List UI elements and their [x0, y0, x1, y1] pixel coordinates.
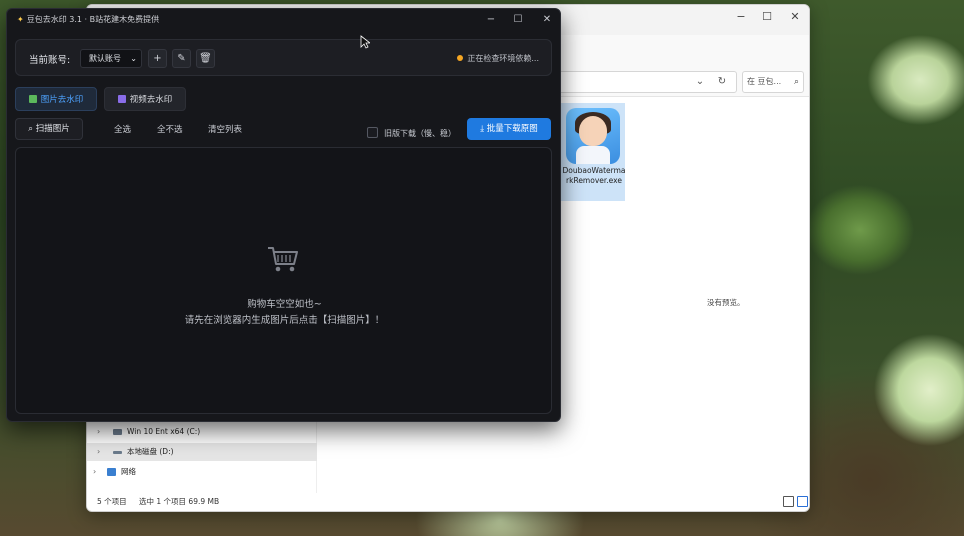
nav-item-drive-c[interactable]: › Win 10 Ent x64 (C:)	[87, 423, 317, 441]
shopping-cart-icon	[268, 247, 298, 272]
file-item-exe[interactable]: DoubaoWatermarkRemover.exe	[561, 103, 626, 201]
address-dropdown-icon[interactable]: ⌄	[691, 73, 709, 91]
nav-item-drive-d[interactable]: › 本地磁盘 (D:)	[87, 443, 317, 461]
explorer-maximize-button[interactable]: ☐	[753, 8, 781, 26]
tab-label: 图片去水印	[40, 95, 84, 105]
drive-icon	[113, 429, 122, 435]
item-count: 5 个项目	[97, 497, 127, 506]
scan-images-button[interactable]: ⌕ 扫描图片	[15, 118, 83, 140]
status-dot-icon	[457, 55, 464, 61]
search-icon: ⌕	[28, 124, 36, 134]
old-download-checkbox[interactable]	[367, 127, 378, 138]
file-name: DoubaoWatermarkRemover.exe	[562, 166, 626, 185]
edit-account-button[interactable]: ✎	[172, 49, 191, 68]
nav-item-network[interactable]: › 网络	[87, 463, 317, 481]
close-button[interactable]: ✕	[535, 12, 559, 28]
select-none-button[interactable]: 全不选	[157, 123, 183, 135]
account-select[interactable]: 默认账号 ⌄	[80, 49, 142, 68]
mouse-cursor-icon	[360, 35, 370, 49]
empty-state-hint: 请先在浏览器内生成图片后点击【扫描图片】！	[184, 315, 385, 326]
refresh-icon[interactable]: ↻	[713, 73, 731, 91]
select-all-button[interactable]: 全选	[114, 123, 131, 135]
add-account-button[interactable]: +	[148, 49, 167, 68]
delete-account-button[interactable]: 🗑	[196, 49, 215, 68]
sparkle-icon: ✦	[17, 15, 24, 24]
preview-pane-text: 没有预览。	[707, 298, 745, 307]
minimize-button[interactable]: −	[479, 12, 503, 28]
account-label: 当前账号:	[29, 55, 71, 66]
old-download-option[interactable]: 旧版下载（慢、稳）	[367, 127, 456, 139]
app-avatar-icon	[566, 108, 620, 164]
scan-images-label: 扫描图片	[35, 124, 70, 134]
search-placeholder: 在 豆包...	[747, 77, 782, 86]
watermark-remover-window: ✦ 豆包去水印 3.1 · B站花建木免费提供 − ☐ ✕ 当前账号: 默认账号 …	[6, 8, 561, 422]
tab-image-watermark[interactable]: 图片去水印	[15, 87, 97, 111]
env-status-text: 正在检查环境依赖...	[467, 54, 539, 63]
env-status: 正在检查环境依赖...	[457, 53, 539, 64]
chevron-right-icon: ›	[97, 447, 101, 456]
tiles-view-icon[interactable]	[797, 496, 808, 507]
explorer-close-button[interactable]: ✕	[781, 8, 809, 26]
maximize-button[interactable]: ☐	[506, 12, 530, 28]
window-title: ✦ 豆包去水印 3.1 · B站花建木免费提供	[17, 14, 159, 25]
image-icon	[28, 95, 37, 103]
account-select-value: 默认账号	[89, 54, 121, 63]
drive-icon	[113, 451, 122, 454]
explorer-status-bar: 5 个项目 选中 1 个项目 69.9 MB	[87, 493, 809, 511]
explorer-minimize-button[interactable]: −	[727, 8, 755, 26]
nav-item-label: 本地磁盘 (D:)	[127, 447, 174, 456]
network-icon	[107, 468, 116, 476]
account-bar: 当前账号: 默认账号 ⌄ + ✎ 🗑 正在检查环境依赖...	[15, 39, 552, 76]
empty-state-title: 购物车空空如也~	[247, 299, 322, 310]
nav-item-label: Win 10 Ent x64 (C:)	[127, 427, 201, 436]
batch-download-button[interactable]: ⤓ 批量下载原图	[467, 118, 551, 140]
explorer-address-bar[interactable]	[557, 71, 737, 93]
tab-video-watermark[interactable]: 视频去水印	[104, 87, 186, 111]
image-list-area: 购物车空空如也~ 请先在浏览器内生成图片后点击【扫描图片】！	[15, 147, 552, 414]
video-icon	[117, 95, 126, 103]
clear-list-button[interactable]: 清空列表	[208, 123, 242, 135]
batch-download-label: 批量下载原图	[486, 124, 538, 134]
explorer-search-input[interactable]: 在 豆包... ⌕	[742, 71, 804, 93]
old-download-label: 旧版下载（慢、稳）	[384, 129, 456, 138]
selection-info: 选中 1 个项目 69.9 MB	[139, 497, 220, 506]
search-icon: ⌕	[793, 77, 799, 87]
window-title-text: 豆包去水印 3.1 · B站花建木免费提供	[26, 15, 160, 24]
chevron-right-icon: ›	[97, 427, 101, 436]
details-view-icon[interactable]	[783, 496, 794, 507]
nav-item-label: 网络	[121, 467, 136, 476]
tab-label: 视频去水印	[129, 95, 173, 105]
chevron-down-icon: ⌄	[130, 54, 137, 63]
chevron-right-icon: ›	[93, 467, 97, 476]
